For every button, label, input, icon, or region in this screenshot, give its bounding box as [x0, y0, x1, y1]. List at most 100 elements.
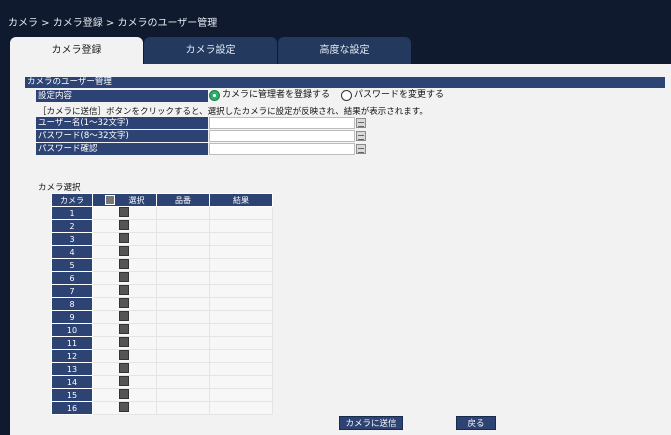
result-cell — [209, 258, 273, 272]
camera-number: 7 — [51, 284, 93, 298]
select-cell — [92, 323, 157, 337]
keyboard-icon[interactable] — [356, 118, 366, 128]
camera-number: 11 — [51, 336, 93, 350]
table-row: 11 — [51, 336, 273, 350]
header-model-label: 品番 — [175, 195, 191, 205]
table-row: 15 — [51, 388, 273, 402]
username-field[interactable] — [209, 117, 355, 129]
camera-number: 4 — [51, 245, 93, 259]
camera-select-checkbox[interactable] — [119, 402, 129, 412]
result-cell — [209, 284, 273, 298]
main-panel: カメラのユーザー管理 設定内容 カメラに管理者を登録する パスワードを変更する … — [10, 64, 671, 435]
tab-camera-settings[interactable]: カメラ設定 — [144, 37, 277, 64]
camera-select-checkbox[interactable] — [119, 337, 129, 347]
camera-number: 1 — [51, 206, 93, 220]
select-all-checkbox[interactable] — [104, 195, 115, 205]
camera-select-checkbox[interactable] — [119, 259, 129, 269]
result-cell — [209, 349, 273, 363]
result-cell — [209, 297, 273, 311]
camera-select-checkbox[interactable] — [119, 246, 129, 256]
model-cell — [156, 310, 210, 324]
select-cell — [92, 349, 157, 363]
camera-select-checkbox[interactable] — [119, 363, 129, 373]
result-cell — [209, 362, 273, 376]
breadcrumb: カメラ > カメラ登録 > カメラのユーザー管理 — [8, 18, 218, 29]
table-row: 13 — [51, 362, 273, 376]
camera-table: カメラ 選択 品番 結果 1 2 3 4 5 6 7 8 9 10 11 12 13 14 15 16 — [51, 193, 273, 415]
table-row: 1 — [51, 206, 273, 220]
camera-number: 13 — [51, 362, 93, 376]
camera-select-checkbox[interactable] — [119, 324, 129, 334]
table-row: 16 — [51, 401, 273, 415]
result-cell — [209, 271, 273, 285]
password-confirm-field[interactable] — [209, 143, 355, 155]
header-select-label: 選択 — [128, 195, 145, 205]
radio-register-admin-label: カメラに管理者を登録する — [222, 90, 331, 100]
table-row: 8 — [51, 297, 273, 311]
camera-select-checkbox[interactable] — [119, 389, 129, 399]
select-cell — [92, 219, 157, 233]
header-result-label: 結果 — [233, 195, 249, 205]
model-cell — [156, 271, 210, 285]
camera-number: 5 — [51, 258, 93, 272]
instruction-note: ［カメラに送信］ボタンをクリックすると、選択したカメラに設定が反映され、結果が表… — [38, 107, 428, 117]
password-field[interactable] — [209, 130, 355, 142]
select-cell — [92, 336, 157, 350]
camera-select-checkbox[interactable] — [119, 376, 129, 386]
table-row: 5 — [51, 258, 273, 272]
select-cell — [92, 375, 157, 389]
camera-number: 15 — [51, 388, 93, 402]
select-cell — [92, 245, 157, 259]
radio-register-admin[interactable]: カメラに管理者を登録する — [209, 90, 330, 101]
camera-select-checkbox[interactable] — [119, 220, 129, 230]
camera-select-checkbox[interactable] — [119, 233, 129, 243]
model-cell — [156, 349, 210, 363]
model-cell — [156, 375, 210, 389]
camera-select-checkbox[interactable] — [119, 285, 129, 295]
header-camera-label: カメラ — [60, 195, 84, 205]
camera-number: 10 — [51, 323, 93, 337]
camera-select-checkbox[interactable] — [119, 298, 129, 308]
select-cell — [92, 388, 157, 402]
table-row: 2 — [51, 219, 273, 233]
result-cell — [209, 219, 273, 233]
model-cell — [156, 219, 210, 233]
model-cell — [156, 284, 210, 298]
camera-number: 12 — [51, 349, 93, 363]
select-cell — [92, 284, 157, 298]
table-row: 9 — [51, 310, 273, 324]
select-cell — [92, 362, 157, 376]
model-cell — [156, 245, 210, 259]
keyboard-icon[interactable] — [356, 131, 366, 141]
send-to-camera-button[interactable]: カメラに送信 — [339, 416, 403, 430]
select-cell — [92, 310, 157, 324]
camera-number: 16 — [51, 401, 93, 415]
radio-register-admin-indicator — [209, 90, 220, 101]
model-cell — [156, 362, 210, 376]
camera-select-checkbox[interactable] — [119, 350, 129, 360]
table-row: 14 — [51, 375, 273, 389]
table-row: 3 — [51, 232, 273, 246]
select-cell — [92, 258, 157, 272]
keyboard-icon[interactable] — [356, 144, 366, 154]
radio-change-password-indicator — [341, 90, 352, 101]
model-cell — [156, 388, 210, 402]
radio-change-password[interactable]: パスワードを変更する — [341, 90, 444, 101]
tab-advanced-settings[interactable]: 高度な設定 — [278, 37, 411, 64]
model-cell — [156, 297, 210, 311]
select-cell — [92, 401, 157, 415]
tab-camera-registration[interactable]: カメラ登録 — [10, 37, 143, 64]
camera-number: 2 — [51, 219, 93, 233]
model-cell — [156, 401, 210, 415]
back-button[interactable]: 戻る — [456, 416, 496, 430]
table-row: 12 — [51, 349, 273, 363]
username-label: ユーザー名(1〜32文字) — [36, 117, 208, 129]
camera-select-checkbox[interactable] — [119, 272, 129, 282]
camera-number: 9 — [51, 310, 93, 324]
password-label: パスワード(8〜32文字) — [36, 130, 208, 142]
camera-select-checkbox[interactable] — [119, 311, 129, 321]
select-cell — [92, 297, 157, 311]
camera-select-checkbox[interactable] — [119, 207, 129, 217]
table-row: 4 — [51, 245, 273, 259]
header-camera: カメラ — [51, 193, 93, 207]
